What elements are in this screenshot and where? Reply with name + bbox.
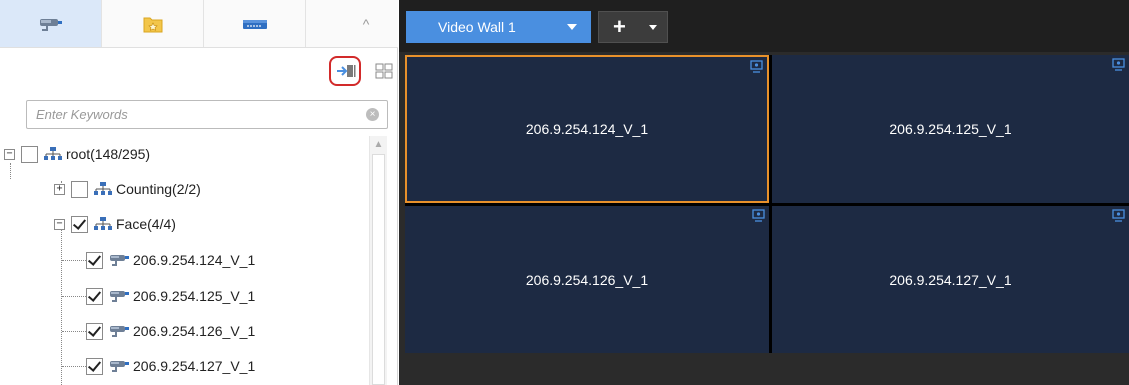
chevron-up-icon[interactable]: ^ [356,14,376,34]
camera-icon [39,18,62,31]
node-checkbox[interactable] [86,322,103,340]
dropdown-caret-icon[interactable] [567,24,577,30]
split-layout-button[interactable] [374,62,394,80]
dropdown-caret-icon[interactable] [649,25,657,30]
import-to-wall-button[interactable] [336,62,356,80]
favorites-tab[interactable] [102,0,204,47]
organization-icon [94,182,112,195]
decoder-icon [242,19,267,29]
search-input[interactable] [27,101,357,128]
wall-tab-label: Video Wall 1 [438,19,516,35]
tree-node-label: Counting(2/2) [116,181,201,197]
node-checkbox[interactable] [86,251,103,269]
camera-tab[interactable] [0,0,102,47]
tree-connector [62,260,86,261]
node-checkbox[interactable] [86,357,103,375]
favorites-folder-icon [143,17,162,32]
tree-node-camera[interactable]: 206.9.254.126_V_1 [86,320,255,342]
organization-icon [94,217,112,230]
pane-label: 206.9.254.127_V_1 [889,271,1012,288]
monitor-icon [750,60,763,73]
camera-icon [110,291,129,302]
tree-node-camera[interactable]: 206.9.254.127_V_1 [86,355,255,377]
tab-video-wall-1[interactable]: Video Wall 1 [406,11,591,43]
tree-node-label: Face(4/4) [116,216,176,232]
tree-node-label: 206.9.254.127_V_1 [133,358,256,374]
device-tab-bar: ^ [0,0,398,48]
tree-node-counting[interactable]: + Counting(2/2) [54,178,201,200]
tree-node-label: 206.9.254.124_V_1 [133,252,256,268]
pane-label: 206.9.254.124_V_1 [525,121,649,137]
wall-pane[interactable]: 206.9.254.126_V_1 [405,206,769,353]
node-checkbox[interactable] [21,145,38,163]
tree-node-label: 206.9.254.126_V_1 [133,323,256,339]
monitor-icon [752,209,765,222]
wall-pane[interactable]: 206.9.254.124_V_1 [405,55,769,203]
camera-icon [110,255,129,266]
plus-icon: + [613,14,626,39]
wall-pane[interactable]: 206.9.254.125_V_1 [772,55,1129,203]
expand-toggle-icon[interactable]: + [54,183,65,195]
import-icon [337,65,356,77]
tree-node-camera[interactable]: 206.9.254.124_V_1 [86,249,255,271]
video-wall-panel: Video Wall 1 + 206.9.254.124_V_1 206.9.2… [399,0,1129,385]
organization-icon [44,147,62,160]
video-wall-grid: 206.9.254.124_V_1 206.9.254.125_V_1 206.… [405,55,1129,353]
wall-status-strip [399,355,1129,385]
camera-icon [110,326,129,337]
device-tree: − root(148/295) + Counting(2/2) − Face(4… [0,136,368,385]
tree-connector [10,163,11,179]
scroll-up-icon[interactable]: ▲ [370,138,387,152]
tree-node-face[interactable]: − Face(4/4) [54,213,176,235]
tree-node-label: 206.9.254.125_V_1 [133,288,256,304]
node-checkbox[interactable] [71,180,88,198]
camera-icon [110,361,129,372]
tree-connector [62,331,86,332]
monitor-icon [1112,209,1125,222]
pane-label: 206.9.254.125_V_1 [889,121,1012,137]
tree-node-camera[interactable]: 206.9.254.125_V_1 [86,285,255,307]
collapse-toggle-icon[interactable]: − [54,218,65,230]
grid-layout-icon [375,63,393,79]
add-wall-button[interactable]: + [598,11,668,43]
tree-node-label: root(148/295) [66,146,151,162]
tree-connector [62,296,86,297]
device-panel: ^ × − [0,0,398,385]
node-checkbox[interactable] [86,287,103,305]
pane-label: 206.9.254.126_V_1 [525,271,649,288]
monitor-icon [1112,58,1125,71]
wall-tab-bar: Video Wall 1 + [399,0,1129,52]
tree-connector [61,227,62,385]
wall-pane[interactable]: 206.9.254.127_V_1 [772,206,1129,353]
keyword-search: × [26,100,388,129]
tree-node-root[interactable]: − root(148/295) [4,143,150,165]
tree-connector [62,366,86,367]
node-checkbox[interactable] [71,215,88,233]
tree-scrollbar[interactable]: ▲ [369,136,387,385]
clear-search-icon[interactable]: × [366,108,379,121]
collapse-toggle-icon[interactable]: − [4,148,15,160]
decoder-tab[interactable] [204,0,306,47]
scrollbar-thumb[interactable] [372,154,385,385]
